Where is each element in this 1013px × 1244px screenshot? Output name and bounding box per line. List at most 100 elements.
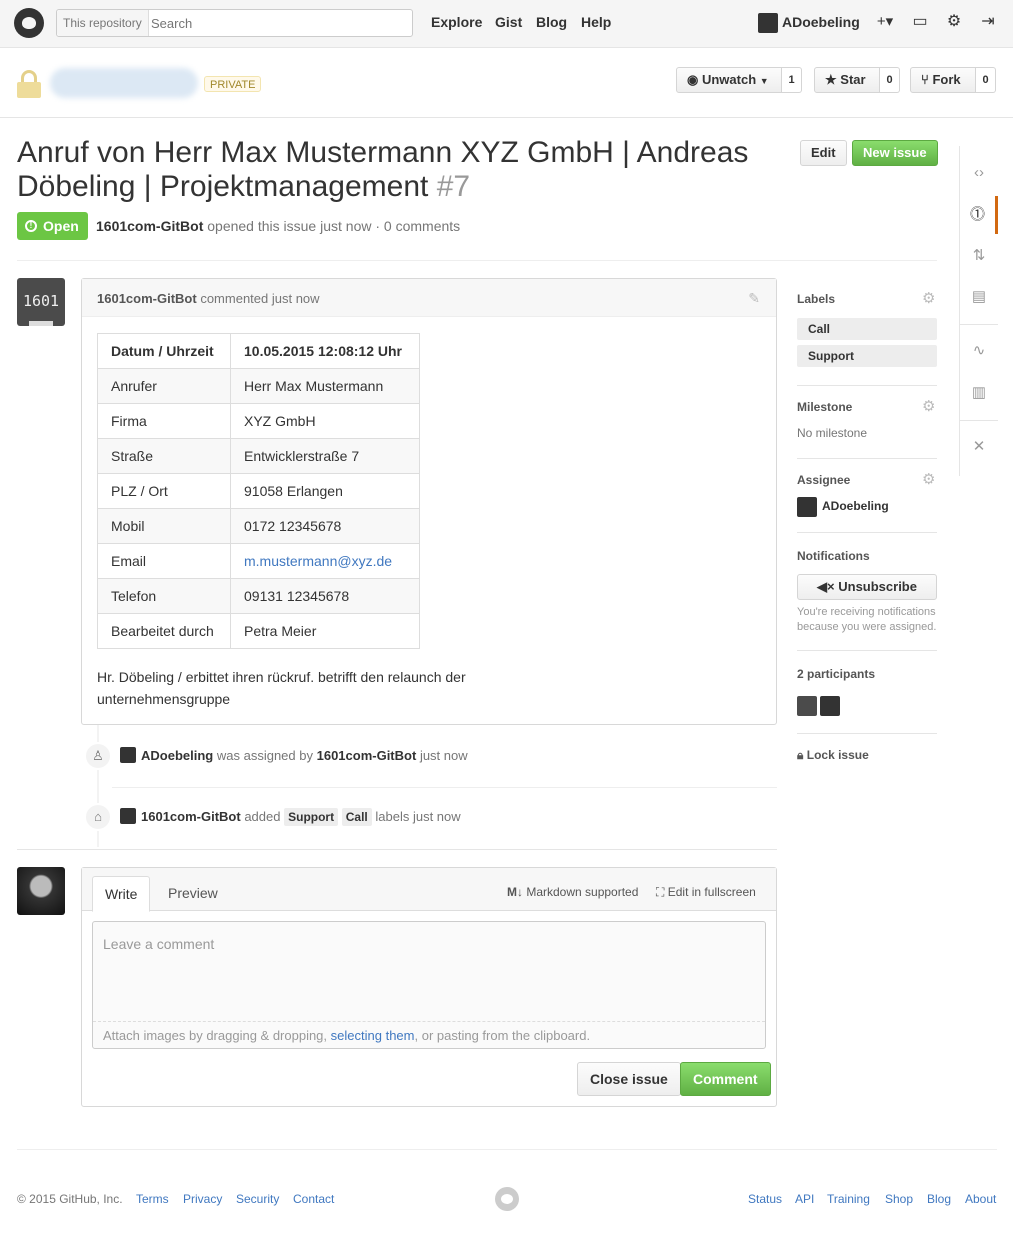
issue-title: Anruf von Herr Max Mustermann XYZ GmbH |… [17, 136, 787, 204]
repo-name-blurred[interactable] [50, 68, 198, 98]
search-input[interactable] [151, 13, 401, 33]
search-scope: This repository [57, 10, 149, 36]
footer-training[interactable]: Training [827, 1192, 870, 1206]
markdown-icon: M↓ [507, 885, 523, 899]
table-cell: 09131 12345678 [230, 578, 420, 614]
sidebar-label-call[interactable]: Call [797, 318, 937, 340]
avatar[interactable] [120, 747, 136, 763]
labels-event: 1601com-GitBot added Support Call labels… [120, 808, 461, 826]
edit-fullscreen[interactable]: ⛶ Edit in fullscreen [656, 885, 756, 900]
comment-author[interactable]: 1601com-GitBot [97, 291, 197, 306]
sidebar-label-support[interactable]: Support [797, 345, 937, 367]
divider [797, 458, 937, 459]
event-user[interactable]: ADoebeling [141, 748, 213, 763]
lock-issue-link[interactable]: 🔒︎ Lock issue [797, 748, 869, 763]
event-user[interactable]: 1601com-GitBot [141, 809, 241, 824]
pulse-icon[interactable]: ∿ [960, 332, 998, 370]
table-row: Anrufer Herr Max Mustermann [97, 368, 420, 404]
event-time: labels just now [375, 809, 461, 824]
assignee-title: Assignee [797, 473, 851, 487]
search-box[interactable]: This repository [56, 9, 413, 37]
footer-contact[interactable]: Contact [293, 1192, 334, 1206]
avatar[interactable] [120, 808, 136, 824]
fork-button[interactable]: ⑂ Fork [910, 67, 976, 93]
comment-button[interactable]: Comment [680, 1062, 771, 1096]
textarea-placeholder: Leave a comment [103, 936, 215, 952]
label-call[interactable]: Call [341, 808, 372, 826]
email-link[interactable]: m.mustermann@xyz.de [244, 553, 392, 569]
comment-textarea[interactable]: Leave a comment Attach images by draggin… [92, 921, 766, 1049]
settings-tools-icon[interactable]: ✕ [960, 428, 998, 466]
table-cell: XYZ GmbH [230, 403, 420, 439]
table-cell: m.mustermann@xyz.de [230, 543, 420, 579]
footer-privacy[interactable]: Privacy [183, 1192, 222, 1206]
call-info-table: Datum / Uhrzeit 10.05.2015 12:08:12 Uhr … [97, 333, 420, 649]
inbox-icon[interactable]: ▭ [910, 12, 930, 32]
unsubscribe-label: Unsubscribe [838, 579, 917, 594]
gear-icon[interactable]: ⚙ [922, 470, 935, 488]
divider [17, 260, 937, 261]
table-cell: Entwicklerstraße 7 [230, 438, 420, 474]
event-actor[interactable]: 1601com-GitBot [317, 748, 417, 763]
plus-dropdown-icon[interactable]: +▾ [872, 12, 898, 32]
gear-icon[interactable]: ⚙ [944, 12, 964, 32]
pencil-icon[interactable]: ✎ [748, 290, 760, 307]
attach-text: Attach images by dragging & dropping, [103, 1028, 328, 1043]
repo-nav-rail: ‹› ⓵ ⇅ ▤ ∿ ▥ ✕ [959, 146, 998, 476]
participant-avatar[interactable] [820, 696, 840, 716]
pull-request-icon[interactable]: ⇅ [960, 237, 998, 275]
gear-icon[interactable]: ⚙ [922, 397, 935, 415]
bot-avatar[interactable]: 1601 [17, 278, 65, 326]
fork-count[interactable]: 0 [976, 67, 996, 93]
labels-title: Labels [797, 292, 836, 306]
graphs-icon[interactable]: ▥ [960, 374, 998, 412]
footer-security[interactable]: Security [236, 1192, 279, 1206]
new-issue-button[interactable]: New issue [852, 140, 938, 166]
sign-out-icon[interactable]: ⇥ [978, 12, 998, 32]
current-user-avatar[interactable] [17, 867, 65, 915]
assignee-name[interactable]: ADoebeling [822, 499, 889, 513]
github-logo-icon[interactable] [14, 8, 44, 38]
nav-help[interactable]: Help [581, 14, 611, 30]
nav-explore[interactable]: Explore [431, 14, 482, 30]
markdown-supported[interactable]: M↓ Markdown supported [507, 885, 638, 899]
person-icon: ♙ [84, 742, 112, 770]
code-icon[interactable]: ‹› [960, 154, 998, 192]
tab-write[interactable]: Write [92, 876, 151, 912]
nav-gist[interactable]: Gist [495, 14, 522, 30]
star-icon: ★ [825, 72, 837, 87]
star-count[interactable]: 0 [880, 67, 900, 93]
table-cell: Email [97, 543, 231, 579]
participant-avatar[interactable] [797, 696, 817, 716]
avatar[interactable] [797, 497, 817, 517]
attach-hint: Attach images by dragging & dropping, se… [93, 1021, 765, 1049]
close-issue-button[interactable]: Close issue [577, 1062, 681, 1096]
footer-status[interactable]: Status [748, 1192, 782, 1206]
star-button[interactable]: ★ Star [814, 67, 880, 93]
milestone-title: Milestone [797, 400, 853, 414]
divider [112, 787, 777, 788]
edit-button[interactable]: Edit [800, 140, 847, 166]
unwatch-button[interactable]: ◉ Unwatch ▼ [676, 67, 782, 93]
wiki-icon[interactable]: ▤ [960, 278, 998, 316]
label-support[interactable]: Support [284, 808, 339, 826]
table-row: Telefon 09131 12345678 [97, 578, 420, 614]
github-mark-icon[interactable] [495, 1187, 519, 1211]
nav-blog[interactable]: Blog [536, 14, 567, 30]
watch-count[interactable]: 1 [782, 67, 802, 93]
footer-about[interactable]: About [965, 1192, 996, 1206]
tab-preview[interactable]: Preview [156, 876, 230, 912]
footer-shop[interactable]: Shop [885, 1192, 913, 1206]
footer-api[interactable]: API [795, 1192, 814, 1206]
issues-icon[interactable]: ⓵ [960, 196, 998, 234]
unsubscribe-button[interactable]: ◀× Unsubscribe [797, 574, 937, 600]
divider [17, 1149, 997, 1150]
select-files-link[interactable]: selecting them [331, 1028, 415, 1043]
notifications-title: Notifications [797, 549, 870, 563]
footer-terms[interactable]: Terms [136, 1192, 169, 1206]
table-row: Mobil 0172 12345678 [97, 508, 420, 544]
footer-blog[interactable]: Blog [927, 1192, 951, 1206]
table-cell: Herr Max Mustermann [230, 368, 420, 404]
gear-icon[interactable]: ⚙ [922, 289, 935, 307]
issue-author[interactable]: 1601com-GitBot [96, 218, 203, 234]
